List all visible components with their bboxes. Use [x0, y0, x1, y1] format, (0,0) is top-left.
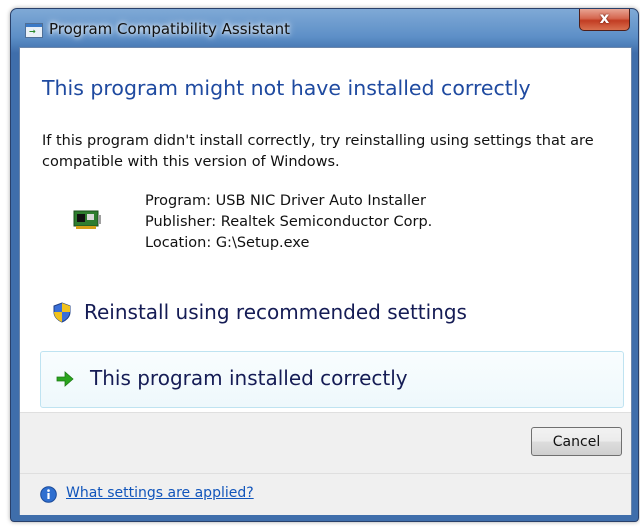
app-window-icon: →	[25, 23, 43, 38]
network-card-icon	[73, 210, 101, 229]
green-arrow-icon	[56, 371, 74, 387]
program-name: Program: USB NIC Driver Auto Installer	[145, 193, 426, 209]
info-icon	[40, 486, 57, 503]
installed-correctly-label: This program installed correctly	[90, 366, 408, 390]
reinstall-label: Reinstall using recommended settings	[84, 300, 467, 324]
dialog-content: This program might not have installed co…	[19, 47, 632, 515]
window-title: Program Compatibility Assistant	[49, 20, 290, 38]
program-publisher: Publisher: Realtek Semiconductor Corp.	[145, 214, 433, 230]
program-details: Program: USB NIC Driver Auto Installer P…	[145, 191, 432, 254]
uac-shield-icon	[53, 302, 71, 323]
button-area: Cancel	[20, 412, 631, 474]
installed-correctly-command-link[interactable]: This program installed correctly	[40, 351, 624, 408]
main-instruction: This program might not have installed co…	[42, 76, 531, 100]
footer-area: What settings are applied?	[20, 473, 631, 515]
compatibility-dialog: → Program Compatibility Assistant x This…	[10, 8, 639, 522]
reinstall-command-link[interactable]: Reinstall using recommended settings	[42, 294, 622, 330]
cancel-button[interactable]: Cancel	[531, 427, 622, 456]
help-settings-link[interactable]: What settings are applied?	[66, 485, 254, 501]
program-location: Location: G:\Setup.exe	[145, 235, 310, 251]
description-text: If this program didn't install correctly…	[42, 133, 594, 170]
title-bar[interactable]: → Program Compatibility Assistant x	[11, 9, 638, 47]
close-button[interactable]: x	[579, 9, 630, 31]
